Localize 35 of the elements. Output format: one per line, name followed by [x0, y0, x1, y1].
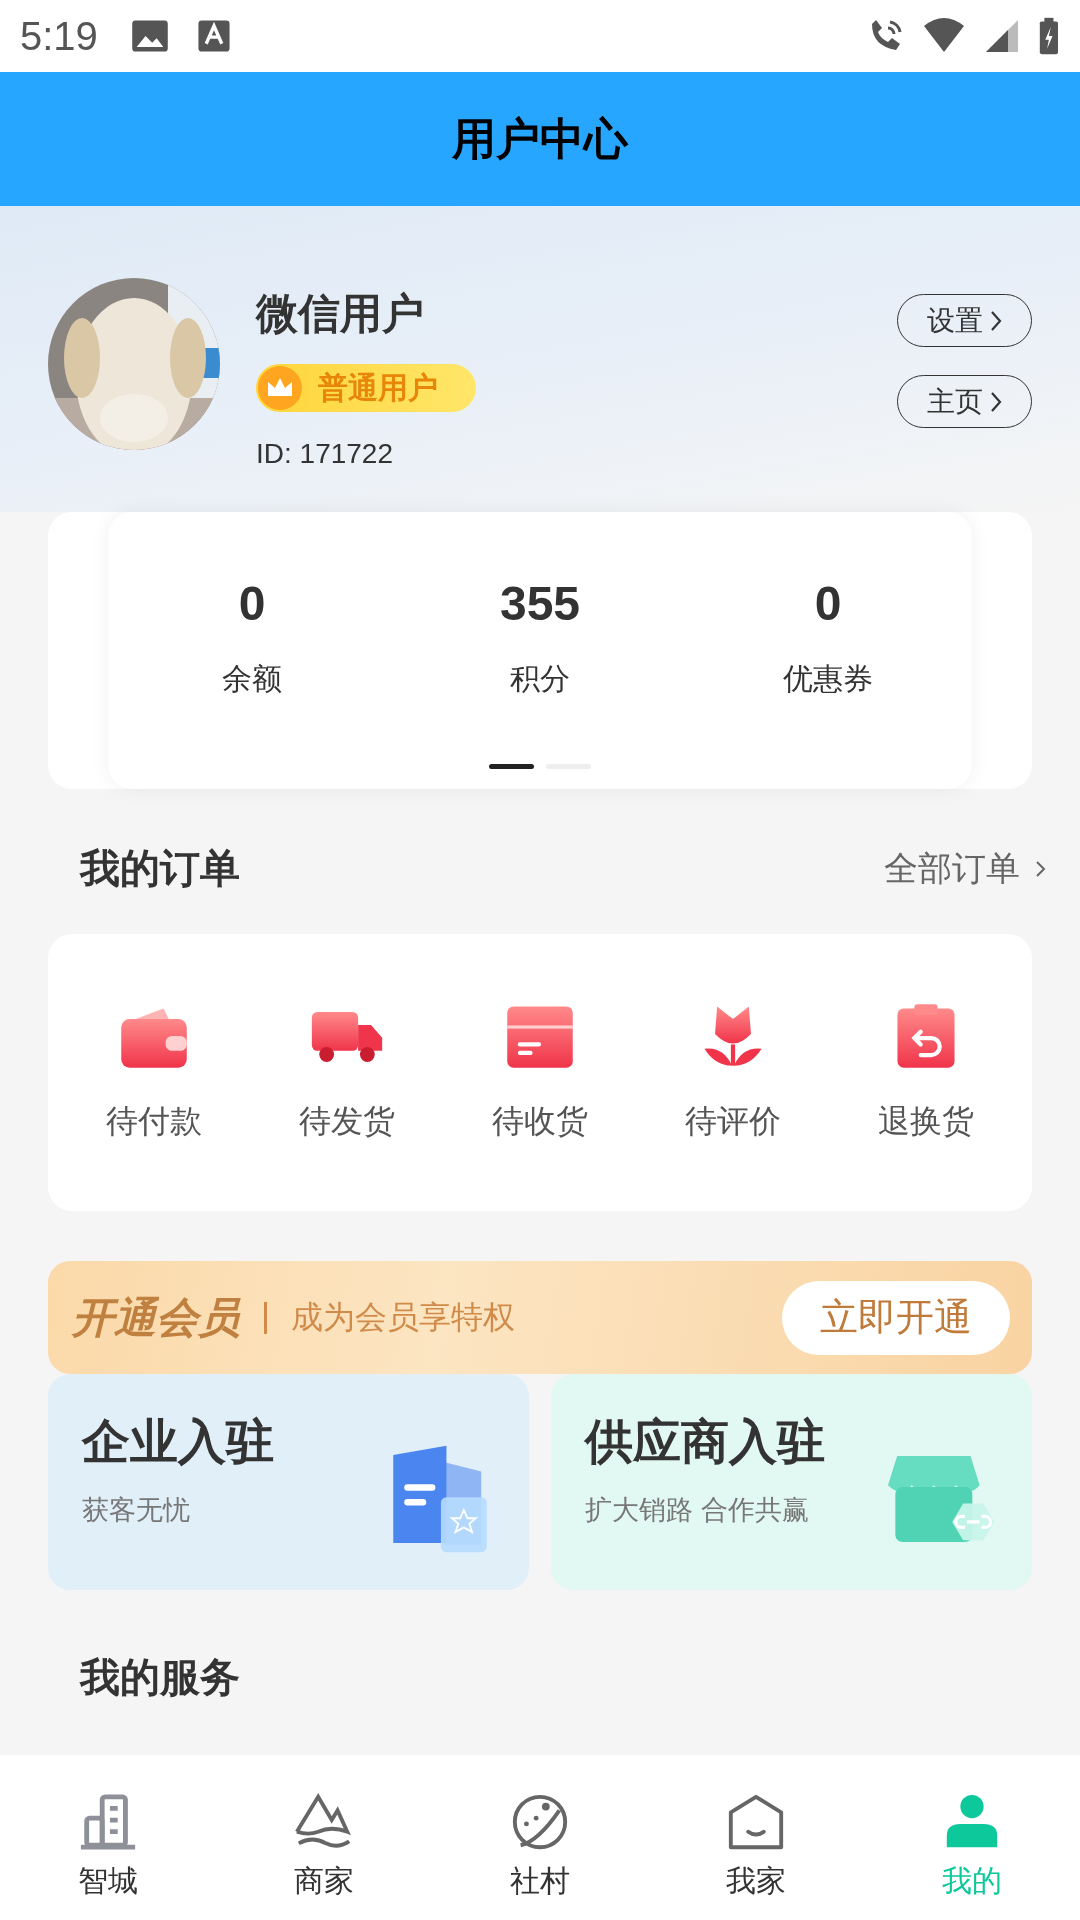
member-badge: 普通用户	[256, 364, 476, 412]
nav-tab[interactable]: 商家	[216, 1755, 432, 1920]
status-time: 5:19	[20, 13, 98, 59]
stat-value: 0	[814, 576, 842, 631]
order-status-item[interactable]: 待评价	[636, 934, 830, 1211]
chevron-icon	[988, 309, 1003, 332]
user-id: ID: 171722	[256, 438, 394, 470]
crown-icon	[256, 364, 304, 412]
order-status-item[interactable]: 待付款	[58, 934, 251, 1211]
stat-value: 355	[499, 576, 581, 631]
order-status-item[interactable]: 待收货	[443, 934, 637, 1211]
page-title: 用户中心	[452, 112, 628, 165]
stat-label: 余额	[222, 661, 282, 697]
entry-subtitle: 扩大销路 合作共赢	[585, 1494, 810, 1527]
all-orders-link[interactable]: 全部订单	[884, 845, 1048, 892]
nav-tab[interactable]: 社村	[432, 1755, 648, 1920]
section-title: 我的服务	[80, 1655, 240, 1699]
entry-card[interactable]: 供应商入驻 扩大销路 合作共赢	[551, 1374, 1032, 1590]
chevron-icon	[988, 390, 1003, 413]
entry-subtitle: 获客无忧	[82, 1494, 191, 1527]
vip-subtitle: 成为会员享特权	[291, 1297, 515, 1337]
user-name: 微信用户	[256, 289, 425, 339]
stat-value: 0	[238, 576, 266, 631]
entry-card[interactable]: 企业入驻 获客无忧	[48, 1374, 529, 1590]
vip-title: 开通会员	[72, 1292, 240, 1343]
nav-tab[interactable]: 我家	[648, 1755, 864, 1920]
entry-title: 供应商入驻	[585, 1414, 825, 1470]
nav-tab[interactable]: 智城	[0, 1755, 216, 1920]
order-status-item[interactable]: 退换货	[829, 934, 1022, 1211]
stat-label: 积分	[510, 661, 570, 697]
entry-title: 企业入驻	[82, 1414, 274, 1470]
stat-label: 优惠券	[783, 661, 873, 697]
section-title: 我的订单	[80, 845, 240, 892]
order-status-item[interactable]: 待发货	[250, 934, 444, 1211]
battery-icon	[1038, 16, 1060, 56]
